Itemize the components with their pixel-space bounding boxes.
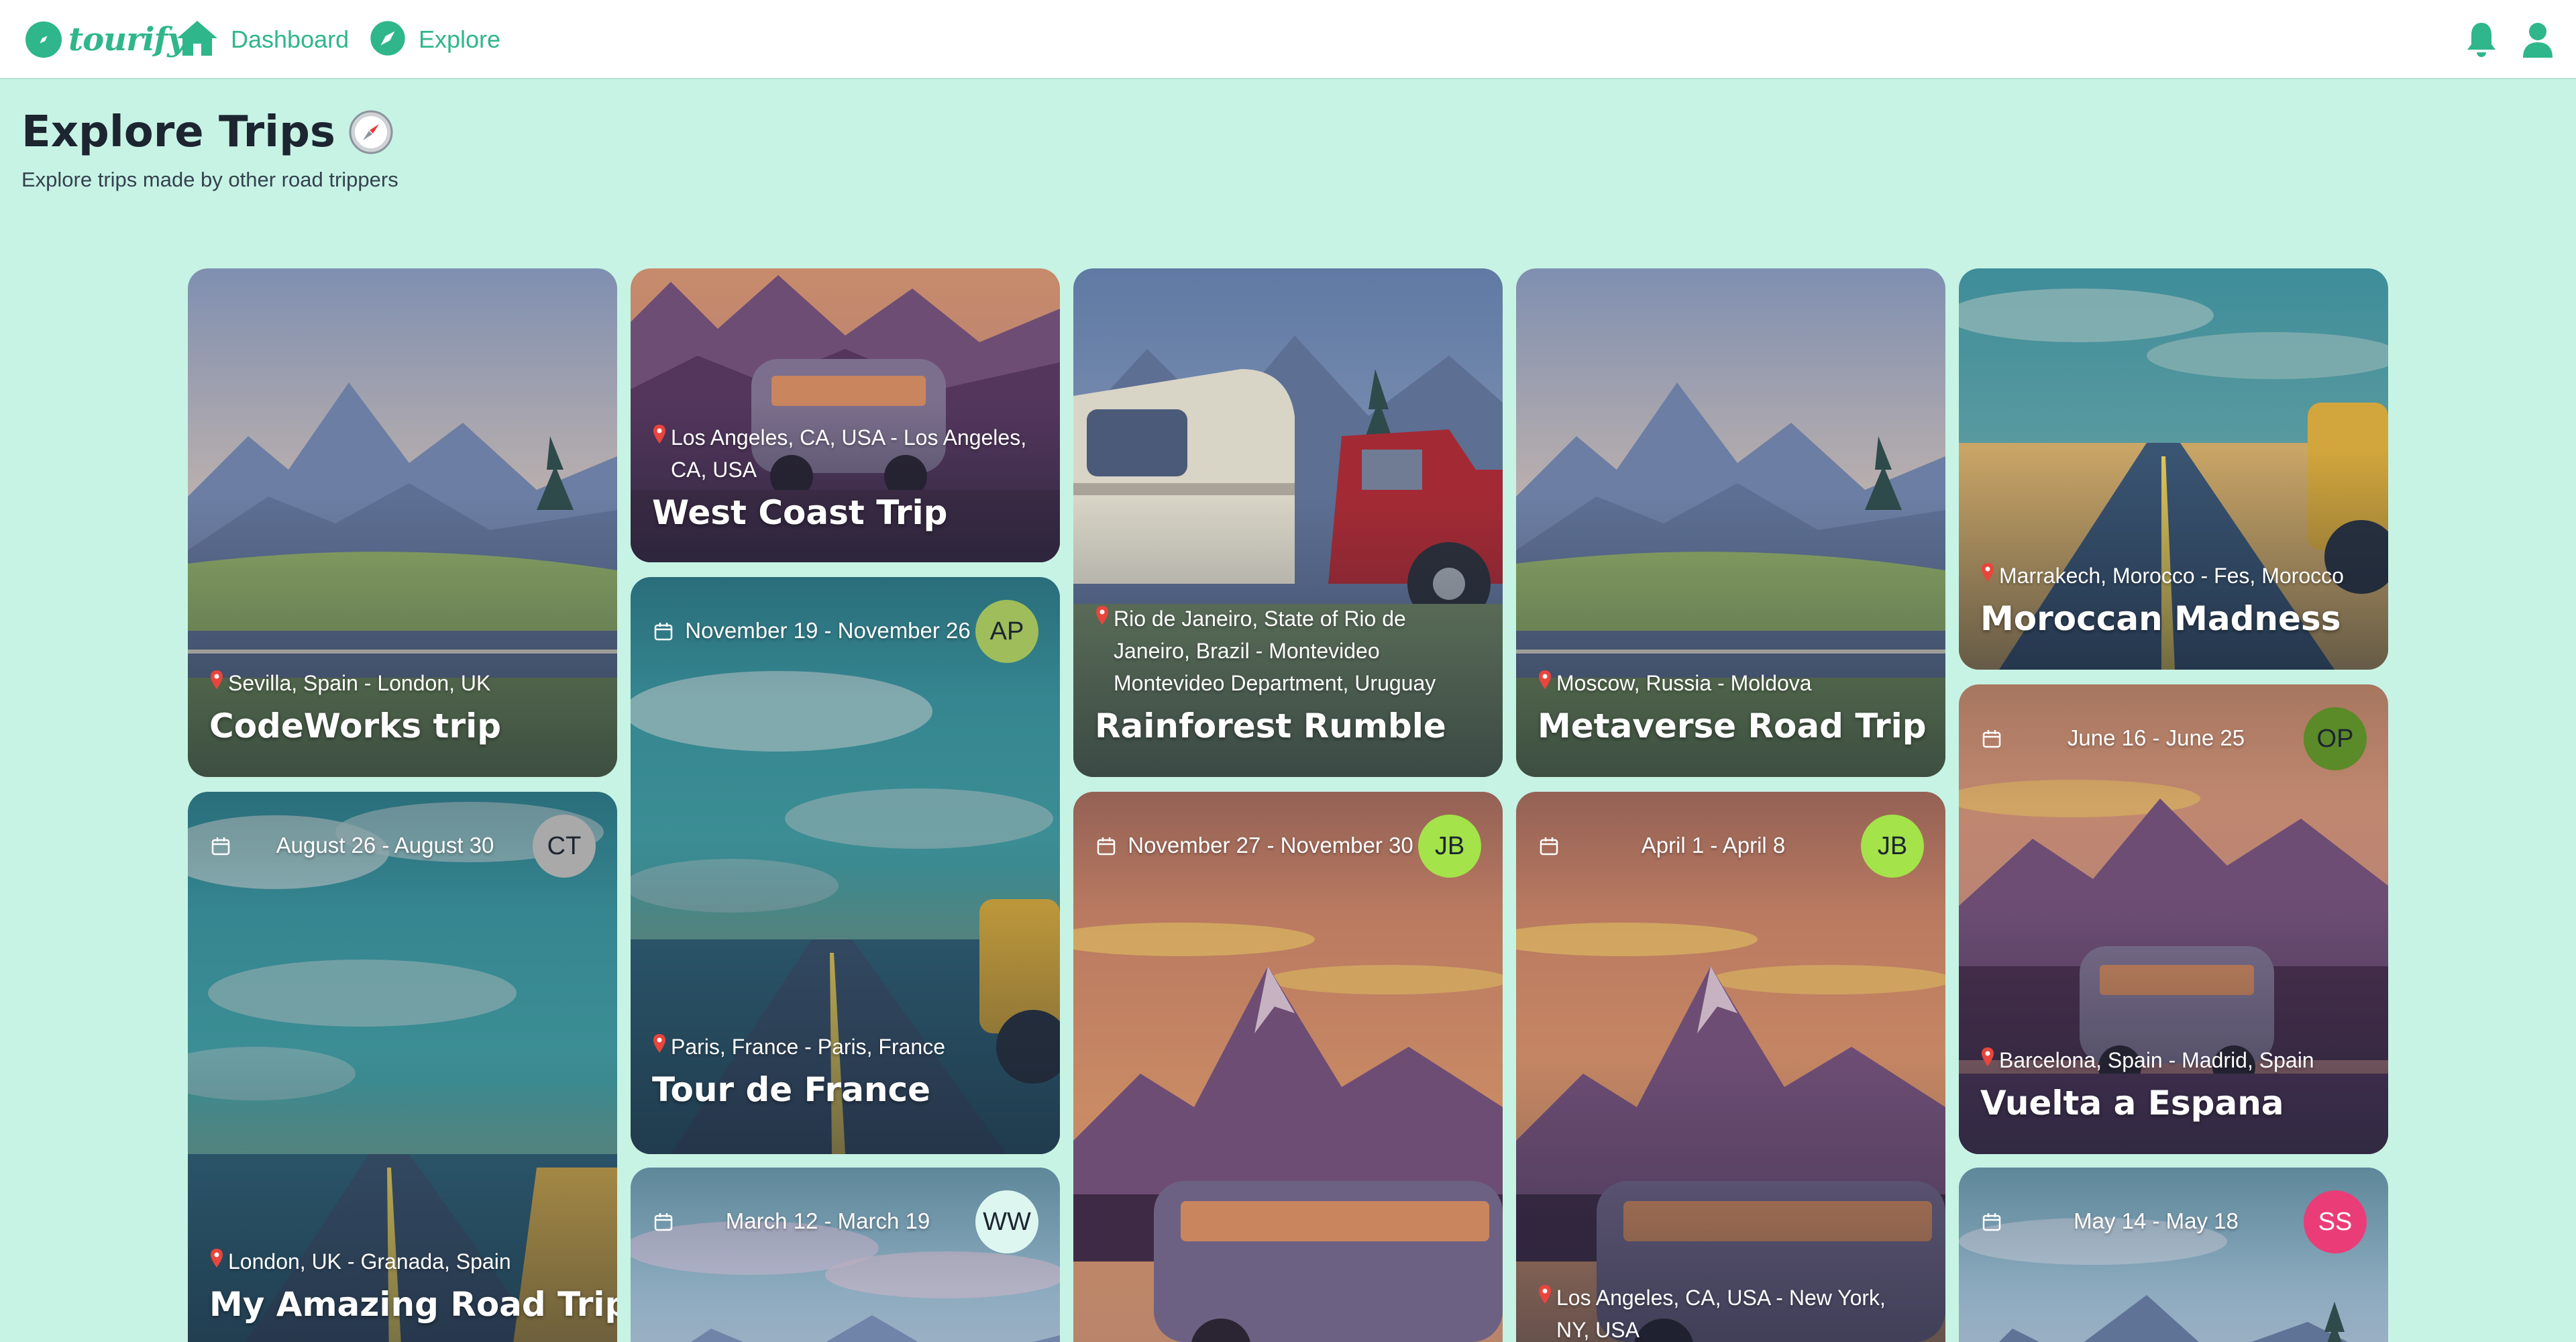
trip-location-text: Paris, France - Paris, France [671,1035,945,1059]
trip-card-tour-de-france[interactable]: November 19 - November 26 AP Paris, Fran… [631,577,1060,1154]
pin-icon [653,425,665,444]
page-title: Explore Trips [21,102,393,162]
pin-icon [1539,670,1551,689]
trip-title: Vuelta a Espana [1980,1084,2284,1123]
trip-title: Rainforest Rumble [1095,707,1446,745]
nav-dashboard-link[interactable]: Dashboard [176,17,349,62]
pin-icon [211,670,223,689]
trip-location: Barcelona, Spain - Madrid, Spain [1980,1044,2367,1076]
trip-card-april[interactable]: April 1 - April 8 JB Los Angeles, CA, US… [1516,792,1945,1342]
trip-location-text: Rio de Janeiro, State of Rio de Janeiro,… [1114,607,1436,695]
trip-location: Moscow, Russia - Moldova [1538,667,1924,699]
tourify-logo[interactable]: tourify [25,17,186,62]
trip-location-text: Sevilla, Spain - London, UK [228,671,491,695]
trip-location-text: Barcelona, Spain - Madrid, Spain [1999,1048,2314,1072]
calendar-icon [1097,837,1116,856]
trip-dates: May 14 - May 18 [2074,1208,2239,1233]
user-icon[interactable] [2517,19,2559,60]
trip-date-bar: June 16 - June 25 OP [1959,707,2388,770]
avatar[interactable]: OP [2304,707,2367,770]
trip-title: My Amazing Road Trip [209,1285,617,1324]
trip-dates: August 26 - August 30 [276,833,494,858]
avatar[interactable]: CT [533,815,596,878]
trip-date-bar: May 14 - May 18 SS [1959,1190,2388,1253]
calendar-icon [654,1213,673,1231]
trip-dates: November 19 - November 26 [685,618,971,643]
trip-location: Marrakech, Morocco - Fes, Morocco [1980,560,2367,592]
trip-card-my-amazing-road-trip[interactable]: August 26 - August 30 CT London, UK - Gr… [188,792,617,1342]
pin-icon [1982,1047,1994,1066]
pin-icon [211,1249,223,1268]
home-icon [176,19,219,60]
compass-icon [25,21,62,58]
trip-card-rainforest-rumble[interactable]: Rio de Janeiro, State of Rio de Janeiro,… [1073,268,1503,777]
compass-icon [369,19,407,60]
trip-dates: November 27 - November 30 [1128,833,1413,858]
trip-dates: March 12 - March 19 [725,1208,930,1233]
pin-icon [653,1034,665,1053]
compass-icon [349,110,393,154]
avatar[interactable]: WW [975,1190,1038,1253]
pin-icon [1539,1285,1551,1304]
trip-date-bar: August 26 - August 30 CT [188,815,617,878]
calendar-icon [1982,730,2001,748]
pin-icon [1982,563,1994,582]
trip-location: Sevilla, Spain - London, UK [209,667,596,699]
calendar-icon [654,623,673,641]
top-navigation-bar: tourify Dashboard Explore [0,0,2576,79]
trip-location-text: Moscow, Russia - Moldova [1556,671,1812,695]
trip-card-november[interactable]: November 27 - November 30 JB [1073,792,1503,1342]
trip-title: CodeWorks trip [209,707,502,745]
trip-dates: June 16 - June 25 [2067,725,2245,750]
trip-card-may[interactable]: May 14 - May 18 SS [1959,1168,2388,1342]
trip-title: Moroccan Madness [1980,599,2341,638]
trip-card-codeworks[interactable]: Sevilla, Spain - London, UK CodeWorks tr… [188,268,617,777]
bell-icon[interactable] [2461,19,2502,60]
trip-location: Paris, France - Paris, France [652,1031,1038,1063]
trip-card-west-coast[interactable]: Los Angeles, CA, USA - Los Angeles, CA, … [631,268,1060,562]
calendar-icon [1540,837,1558,856]
avatar[interactable]: JB [1418,815,1481,878]
avatar[interactable]: JB [1861,815,1924,878]
trip-card-moroccan-madness[interactable]: Marrakech, Morocco - Fes, Morocco Morocc… [1959,268,2388,670]
trip-location-text: Los Angeles, CA, USA - New York, NY, USA [1556,1286,1886,1342]
trip-location-text: London, UK - Granada, Spain [228,1249,511,1274]
trip-location: Los Angeles, CA, USA - New York, NY, USA [1538,1282,1924,1342]
trip-location-text: Marrakech, Morocco - Fes, Morocco [1999,564,2344,588]
page-title-text: Explore Trips [21,107,335,157]
trip-title: Tour de France [652,1070,931,1109]
trip-location: Los Angeles, CA, USA - Los Angeles, CA, … [652,421,1038,486]
trip-title: Metaverse Road Trip [1538,707,1927,745]
trip-dates: April 1 - April 8 [1641,833,1786,858]
trip-date-bar: April 1 - April 8 JB [1516,815,1945,878]
calendar-icon [1982,1213,2001,1231]
trip-title: West Coast Trip [652,493,948,532]
pin-icon [1096,606,1108,625]
nav-explore-label: Explore [419,25,501,53]
nav-dashboard-label: Dashboard [231,25,350,53]
trip-card-march[interactable]: March 12 - March 19 WW [631,1168,1060,1342]
nav-explore-link[interactable]: Explore [369,17,500,62]
trip-location: London, UK - Granada, Spain [209,1245,596,1278]
page-subtitle: Explore trips made by other road tripper… [21,168,398,191]
trip-date-bar: March 12 - March 19 WW [631,1190,1060,1253]
trip-date-bar: November 27 - November 30 JB [1073,815,1503,878]
trip-location: Rio de Janeiro, State of Rio de Janeiro,… [1095,603,1481,699]
trip-card-metaverse[interactable]: Moscow, Russia - Moldova Metaverse Road … [1516,268,1945,777]
avatar[interactable]: AP [975,600,1038,663]
avatar[interactable]: SS [2304,1190,2367,1253]
trip-card-vuelta-a-espana[interactable]: June 16 - June 25 OP Barcelona, Spain - … [1959,684,2388,1154]
trip-date-bar: November 19 - November 26 AP [631,600,1060,663]
calendar-icon [211,837,230,856]
trip-location-text: Los Angeles, CA, USA - Los Angeles, CA, … [671,425,1027,482]
logo-text: tourify [68,21,186,58]
